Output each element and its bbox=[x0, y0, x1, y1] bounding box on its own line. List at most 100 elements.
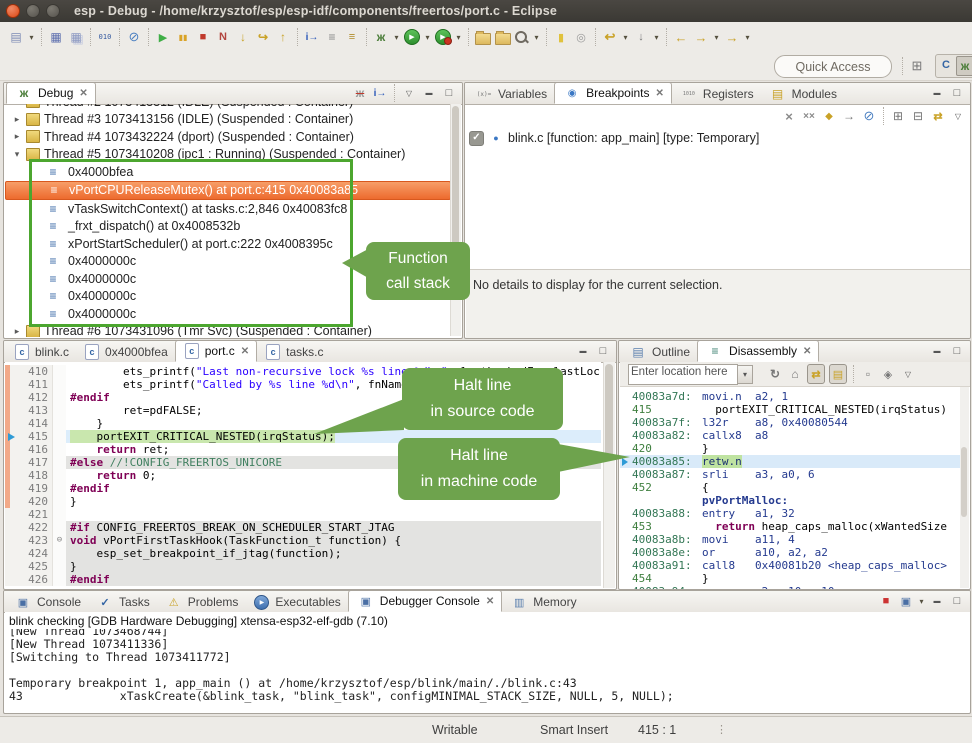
dropdown-arrow-icon[interactable]: ▾ bbox=[392, 28, 401, 46]
tab-executables[interactable]: ▶Executables bbox=[245, 592, 347, 612]
tab-debug[interactable]: ж Debug ✕ bbox=[6, 82, 96, 104]
step-return-icon[interactable]: ↑ bbox=[275, 28, 291, 46]
last-edit-icon[interactable]: ↩ bbox=[602, 28, 618, 46]
location-dropdown[interactable]: ▾ bbox=[738, 365, 753, 384]
terminate-enabled-icon[interactable]: ■ bbox=[878, 592, 894, 610]
window-close-button[interactable] bbox=[6, 4, 20, 18]
dropdown-arrow-icon[interactable]: ▾ bbox=[652, 28, 661, 46]
disassembly-row[interactable]: 40083a85:retw.n bbox=[620, 455, 960, 468]
editor-marker-ruler[interactable] bbox=[5, 391, 18, 404]
editor-code-line[interactable]: 421 bbox=[5, 508, 601, 521]
maximize-icon[interactable]: □ bbox=[441, 84, 457, 102]
disassembly-row[interactable]: 40083a8e:or a10, a2, a2 bbox=[620, 546, 960, 559]
close-icon[interactable]: ✕ bbox=[803, 346, 811, 357]
quick-access-button[interactable]: Quick Access bbox=[774, 55, 892, 78]
window-minimize-button[interactable] bbox=[26, 4, 40, 18]
instruction-stepping-icon[interactable]: i→ bbox=[372, 84, 388, 102]
skip-breakpoints-icon[interactable]: ⊘ bbox=[126, 28, 142, 46]
editor-marker-ruler[interactable] bbox=[5, 469, 18, 482]
collapse-all-icon[interactable]: ⊟ bbox=[910, 107, 926, 125]
open-perspective-icon[interactable]: ⊞ bbox=[909, 57, 925, 75]
close-icon[interactable]: ✕ bbox=[241, 346, 249, 357]
tab-breakpoints[interactable]: ◉Breakpoints✕ bbox=[554, 82, 672, 104]
location-input[interactable]: Enter location here bbox=[628, 364, 738, 385]
thread-row[interactable]: ▸Thread #4 1073432224 (dport) (Suspended… bbox=[5, 128, 451, 146]
editor-code-line[interactable]: 424 esp_set_breakpoint_if_jtag(function)… bbox=[5, 547, 601, 560]
editor-code-line[interactable]: 422#if CONFIG_FREERTOS_BREAK_ON_SCHEDULE… bbox=[5, 521, 601, 534]
stack-frame-row[interactable]: ≡0x4000000c bbox=[5, 253, 451, 271]
link-with-debug-icon[interactable]: ⇄ bbox=[930, 107, 946, 125]
editor-marker-ruler[interactable] bbox=[5, 456, 18, 469]
tab-blink-c[interactable]: cblink.c bbox=[6, 342, 76, 362]
step-over-icon[interactable]: ↪ bbox=[255, 28, 271, 46]
editor-marker-ruler[interactable] bbox=[5, 417, 18, 430]
editor-code-line[interactable]: 415 portEXIT_CRITICAL_NESTED(irqStatus); bbox=[5, 430, 601, 443]
editor-scrollbar[interactable] bbox=[603, 362, 615, 588]
disassembly-row[interactable]: 40083a7f:l32r a8, 0x40080544 bbox=[620, 416, 960, 429]
stack-frame-row[interactable]: ≡0x4000000c bbox=[5, 288, 451, 306]
editor-code-line[interactable]: 423⊖void vPortFirstTaskHook(TaskFunction… bbox=[5, 534, 601, 547]
tree-expander-icon[interactable]: ▸ bbox=[12, 104, 22, 107]
debug-icon[interactable]: ж bbox=[373, 28, 389, 46]
show-source-icon[interactable]: ▤ bbox=[829, 364, 847, 384]
save-icon[interactable]: ▦ bbox=[48, 28, 64, 46]
editor-marker-ruler[interactable] bbox=[5, 521, 18, 534]
tab-problems[interactable]: ⚠Problems bbox=[157, 592, 246, 612]
new-wizard-icon[interactable]: ▤ bbox=[8, 28, 24, 46]
suspend-icon[interactable]: ▮▮ bbox=[175, 28, 191, 46]
disassembly-row[interactable]: 420} bbox=[620, 442, 960, 455]
minimize-icon[interactable]: ▬ bbox=[575, 342, 591, 360]
scrollbar-thumb[interactable] bbox=[605, 364, 613, 459]
dropdown-arrow-icon[interactable]: ▾ bbox=[743, 28, 752, 46]
mark-occurrences-icon[interactable]: ▮ bbox=[553, 28, 569, 46]
editor-code-line[interactable]: 412#endif bbox=[5, 391, 601, 404]
disassembly-row[interactable]: 40083a87:srli a3, a0, 6 bbox=[620, 468, 960, 481]
dropdown-arrow-icon[interactable]: ▾ bbox=[423, 28, 432, 46]
step-into-icon[interactable]: ↓ bbox=[235, 28, 251, 46]
editor-marker-ruler[interactable] bbox=[5, 365, 18, 378]
editor-code-line[interactable]: 418 return 0; bbox=[5, 469, 601, 482]
tab-console[interactable]: ▣Console bbox=[6, 592, 88, 612]
editor-code-line[interactable]: 425} bbox=[5, 560, 601, 573]
pin-icon[interactable]: ◈ bbox=[880, 365, 896, 383]
scrollbar-thumb[interactable] bbox=[961, 447, 967, 517]
disassembly-row[interactable]: pvPortMalloc: bbox=[620, 494, 960, 507]
open-project-icon[interactable] bbox=[475, 33, 491, 45]
disassembly-row[interactable]: 452{ bbox=[620, 481, 960, 494]
breakpoint-checkbox[interactable]: ✓ bbox=[469, 131, 484, 146]
back-icon[interactable]: ← bbox=[673, 28, 689, 46]
instruction-stepping-icon[interactable]: i→ bbox=[304, 28, 320, 46]
breakpoint-row[interactable]: ✓ ● blink.c [function: app_main] [type: … bbox=[469, 129, 759, 147]
editor-code-line[interactable]: 411 ets_printf("Called by %s line %d\n",… bbox=[5, 378, 601, 391]
tab-disassembly[interactable]: ≡Disassembly✕ bbox=[697, 340, 819, 362]
editor-code-line[interactable]: 410 ets_printf("Last non-recursive lock … bbox=[5, 365, 601, 378]
step-filters-icon[interactable]: ≡ bbox=[324, 28, 340, 46]
close-icon[interactable]: ✕ bbox=[79, 88, 87, 99]
dropdown-arrow-icon[interactable]: ▾ bbox=[454, 28, 463, 46]
dropdown-arrow-icon[interactable]: ▾ bbox=[27, 28, 36, 46]
disassembly-row[interactable]: 40083a8b:movi a11, 4 bbox=[620, 533, 960, 546]
maximize-icon[interactable]: □ bbox=[949, 592, 965, 610]
forward-icon[interactable]: → bbox=[693, 28, 709, 46]
editor-marker-ruler[interactable] bbox=[5, 443, 18, 456]
show-types-icon[interactable]: ◆ bbox=[821, 107, 837, 125]
tab-port-c[interactable]: cport.c✕ bbox=[175, 340, 257, 362]
tab-memory[interactable]: ▥Memory bbox=[502, 592, 583, 612]
editor-code-line[interactable]: 420} bbox=[5, 495, 601, 508]
open-folder-icon[interactable] bbox=[495, 33, 511, 45]
maximize-icon[interactable]: □ bbox=[595, 342, 611, 360]
home-icon[interactable]: ⌂ bbox=[787, 365, 803, 383]
maximize-icon[interactable]: □ bbox=[949, 342, 965, 360]
stack-frame-row[interactable]: ≡_frxt_dispatch() at 0x4008532b bbox=[5, 218, 451, 236]
disassembly-row[interactable]: 415 portEXIT_CRITICAL_NESTED(irqStatus) bbox=[620, 403, 960, 416]
disassembly-listing[interactable]: 40083a7d:movi.n a2, 1415 portEXIT_CRITIC… bbox=[620, 387, 960, 590]
stack-frame-row[interactable]: ≡0x4000000c bbox=[5, 305, 451, 323]
disassembly-row[interactable]: 40083a82:callx8 a8 bbox=[620, 429, 960, 442]
run-icon[interactable]: ▶ bbox=[404, 29, 420, 45]
tab-tasks[interactable]: ✓Tasks bbox=[88, 592, 157, 612]
scrollbar-thumb[interactable] bbox=[452, 106, 459, 246]
terminate-icon[interactable]: ■ bbox=[195, 28, 211, 46]
thread-row[interactable]: ▸Thread #3 1073413156 (IDLE) (Suspended … bbox=[5, 111, 451, 129]
editor-code-line[interactable]: 419#endif bbox=[5, 482, 601, 495]
view-menu-icon[interactable]: ▽ bbox=[950, 107, 966, 125]
